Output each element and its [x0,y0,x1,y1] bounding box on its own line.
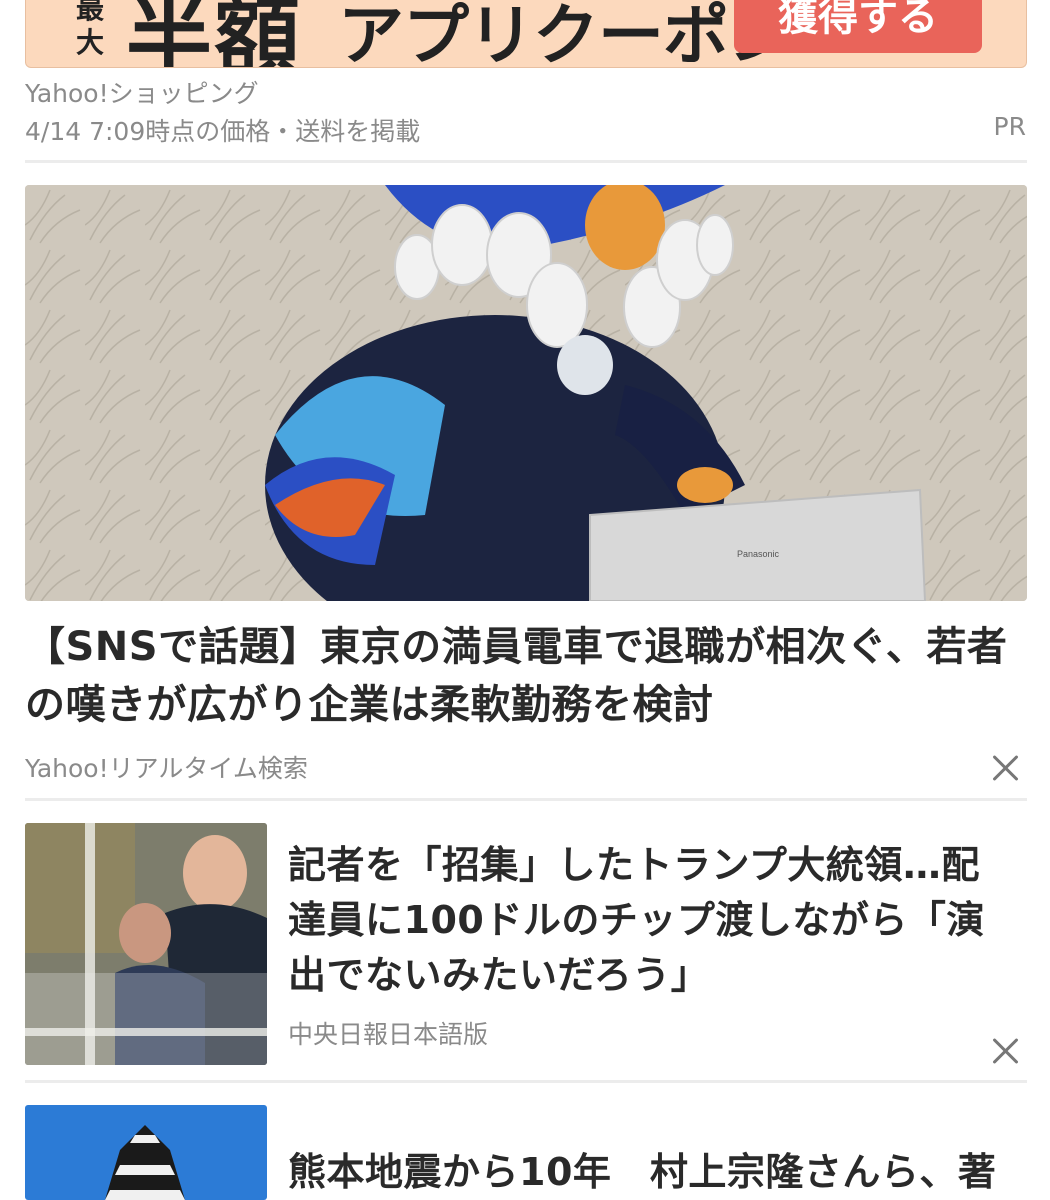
article-title[interactable]: 記者を「招集」したトランプ大統領…配達員に100ドルのチップ渡しながら「演出でな… [288,838,1018,1003]
ad-banner[interactable]: 最 大 半額 アプリクーポン 獲得する [25,0,1027,68]
laptop-brand-label: Panasonic [737,549,780,559]
hero-article-source: Yahoo!リアルタイム検索 [25,754,308,783]
hero-article-title[interactable]: 【SNSで話題】東京の満員電車で退職が相次ぐ、若者の嘆きが広がり企業は柔軟勤務を… [25,618,1027,734]
article-thumbnail[interactable] [25,1105,267,1200]
divider [25,1080,1027,1083]
ad-source: Yahoo!ショッピング [25,79,259,108]
hero-photo: Panasonic [25,185,1027,601]
divider [25,798,1027,801]
news-feed: 最 大 半額 アプリクーポン 獲得する Yahoo!ショッピング 4/14 7:… [0,0,1050,1200]
article-thumbnail-photo [25,823,267,1065]
ad-stack-bottom: 大 [75,26,104,59]
pr-badge: PR [993,112,1026,141]
hero-article-image[interactable]: Panasonic [25,185,1027,601]
ad-headline: 半額 [126,0,302,68]
close-icon[interactable] [991,1036,1021,1066]
article-source: 中央日報日本語版 [288,1020,489,1049]
ad-subheadline: アプリクーポン [338,0,794,68]
ad-price-note: 4/14 7:09時点の価格・送料を掲載 [25,117,421,146]
ad-cta-button[interactable]: 獲得する [734,0,982,53]
article-thumbnail[interactable] [25,823,267,1065]
ad-stack-text: 最 大 [68,0,112,60]
close-icon[interactable] [991,753,1021,783]
divider [25,160,1027,163]
ad-stack-top: 最 [75,0,104,25]
article-thumbnail-photo [25,1105,267,1200]
article-title[interactable]: 熊本地震から10年 村上宗隆さんら、著 [288,1145,1018,1200]
